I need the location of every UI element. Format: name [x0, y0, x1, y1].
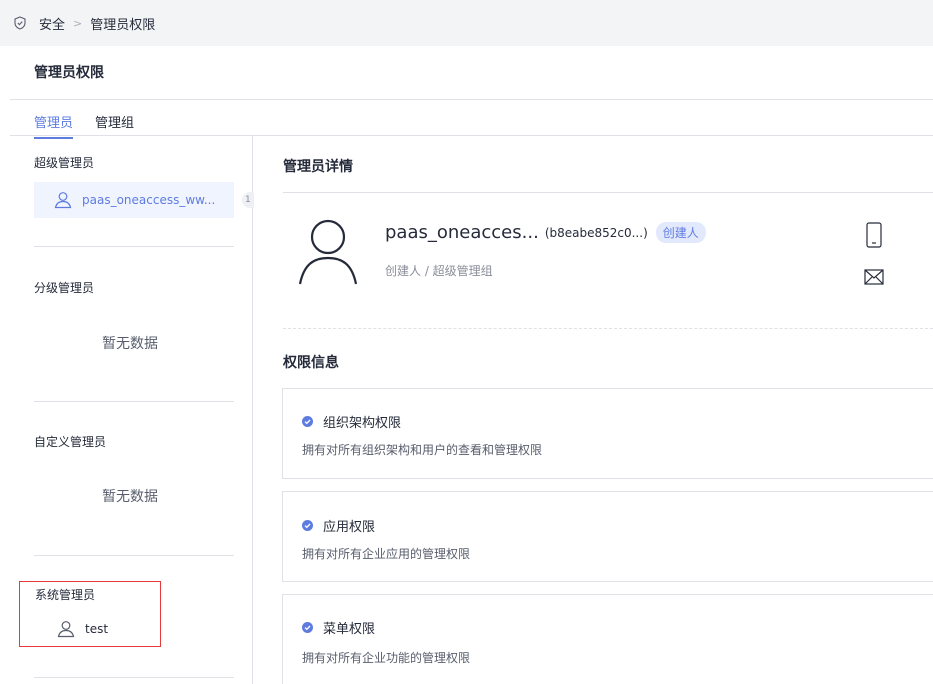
creator-badge: 创建人: [655, 222, 706, 243]
user-icon: [57, 620, 75, 638]
permissions-title: 权限信息: [283, 355, 339, 371]
permission-desc: 拥有对所有企业应用的管理权限: [302, 547, 471, 561]
user-icon: [54, 191, 72, 209]
admin-role: 创建人 / 超级管理组: [385, 264, 493, 278]
super-admin-name: paas_oneaccess_ww...: [82, 193, 216, 207]
custom-admin-label: 自定义管理员: [34, 435, 107, 449]
permission-card: 组织架构权限 拥有对所有组织架构和用户的查看和管理权限: [282, 388, 933, 479]
detail-title: 管理员详情: [283, 159, 353, 175]
permission-label: 应用权限: [323, 520, 376, 535]
title-divider: [10, 99, 933, 100]
permission-label: 菜单权限: [323, 622, 376, 637]
admin-header: paas_oneacces... (b8eabe852c0...) 创建人: [385, 222, 706, 243]
breadcrumb: 安全 > 管理员权限: [0, 0, 933, 46]
permission-card: 菜单权限 拥有对所有企业功能的管理权限: [282, 594, 933, 684]
admin-name: paas_oneacces...: [385, 222, 539, 243]
system-admin-item[interactable]: test: [57, 620, 108, 638]
shield-icon: [13, 16, 27, 30]
panel-divider: [252, 136, 253, 684]
section-divider: [34, 246, 234, 247]
detail-divider: [283, 192, 933, 193]
permission-desc: 拥有对所有组织架构和用户的查看和管理权限: [302, 443, 543, 457]
check-circle-icon: [302, 416, 313, 427]
super-admin-label: 超级管理员: [34, 156, 95, 170]
page-title: 管理员权限: [34, 65, 104, 81]
section-divider: [34, 677, 234, 678]
permission-label: 组织架构权限: [323, 416, 402, 431]
phone-icon[interactable]: [866, 222, 882, 248]
permission-name: 应用权限: [302, 516, 375, 535]
tier-admin-empty: 暂无数据: [102, 336, 158, 352]
count-badge: 1: [242, 192, 254, 208]
permission-name: 菜单权限: [302, 618, 375, 637]
tier-admin-label: 分级管理员: [34, 281, 95, 295]
check-circle-icon: [302, 622, 313, 633]
system-admin-name: test: [85, 622, 109, 636]
system-admin-highlight: 系统管理员 test: [19, 581, 161, 647]
mail-icon[interactable]: [864, 268, 884, 286]
chevron-right-icon: >: [73, 16, 83, 30]
breadcrumb-root[interactable]: 安全: [39, 14, 65, 33]
custom-admin-empty: 暂无数据: [102, 489, 158, 505]
permission-desc: 拥有对所有企业功能的管理权限: [302, 651, 471, 665]
admin-id: (b8eabe852c0...): [544, 225, 648, 240]
tabs-divider: [10, 135, 933, 136]
dashed-divider: [283, 328, 933, 329]
system-admin-label: 系统管理员: [35, 588, 96, 602]
section-divider: [34, 401, 234, 402]
section-divider: [34, 555, 234, 556]
breadcrumb-current: 管理员权限: [90, 17, 156, 33]
permission-card: 应用权限 拥有对所有企业应用的管理权限: [282, 491, 933, 582]
permission-name: 组织架构权限: [302, 412, 401, 431]
super-admin-item[interactable]: paas_oneaccess_ww...: [34, 182, 234, 218]
check-circle-icon: [302, 520, 313, 531]
avatar: [298, 218, 358, 286]
